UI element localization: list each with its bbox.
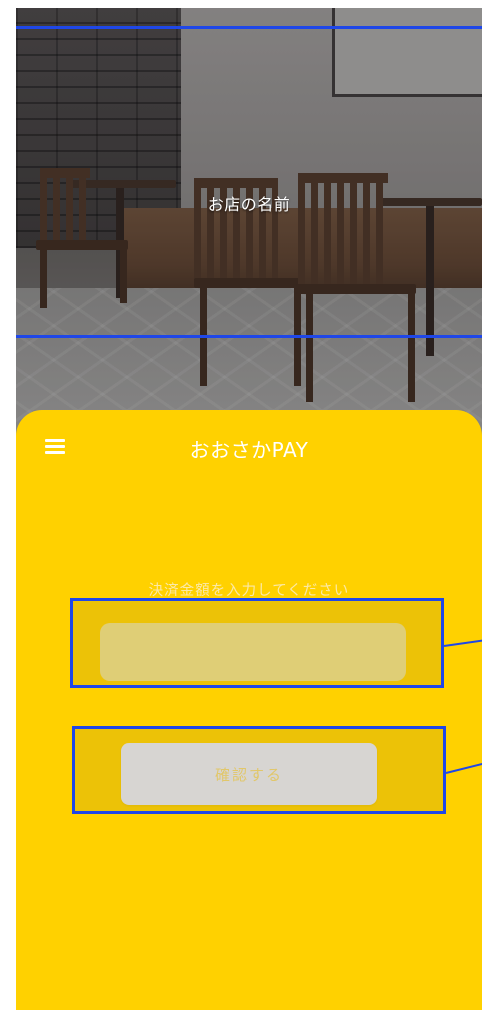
amount-label: 決済金額を入力してください — [148, 583, 350, 599]
amount-input-annotation-box — [70, 598, 444, 688]
app-title: おおさかPAY — [189, 438, 309, 462]
app-screen: お店の名前 おおさかPAY 決済金額を入力してください 確認する — [16, 8, 482, 1010]
payment-panel: おおさかPAY 決済金額を入力してください 確認する — [16, 410, 482, 1010]
confirm-button-annotation-box — [72, 726, 446, 814]
store-name-annotation-box — [16, 26, 482, 338]
